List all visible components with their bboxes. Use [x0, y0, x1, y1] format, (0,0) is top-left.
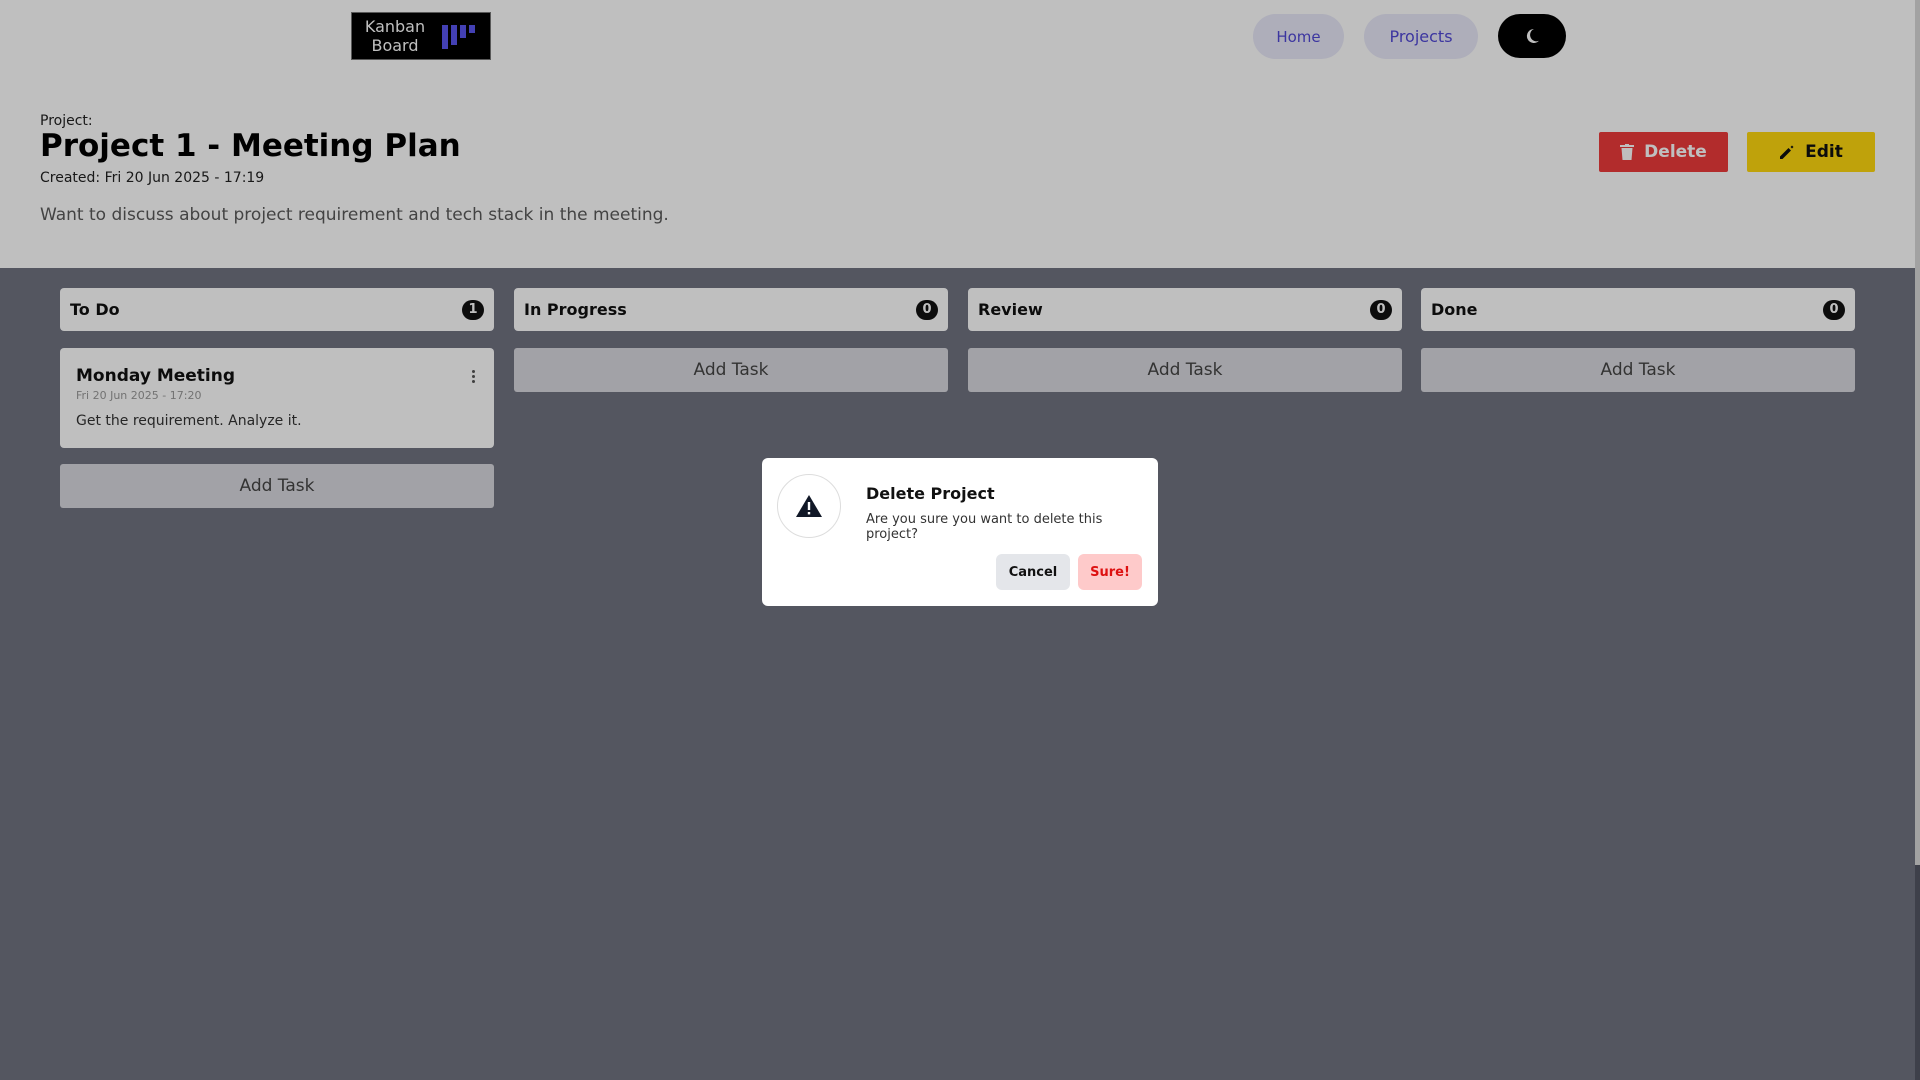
warning-icon	[796, 495, 822, 517]
delete-project-dialog: Delete Project Are you sure you want to …	[762, 458, 1158, 606]
dialog-title: Delete Project	[866, 484, 995, 503]
warning-icon-circle	[777, 474, 841, 538]
dialog-message: Are you sure you want to delete this pro…	[866, 512, 1103, 542]
cancel-button[interactable]: Cancel	[996, 554, 1070, 590]
confirm-delete-button[interactable]: Sure!	[1078, 554, 1142, 590]
